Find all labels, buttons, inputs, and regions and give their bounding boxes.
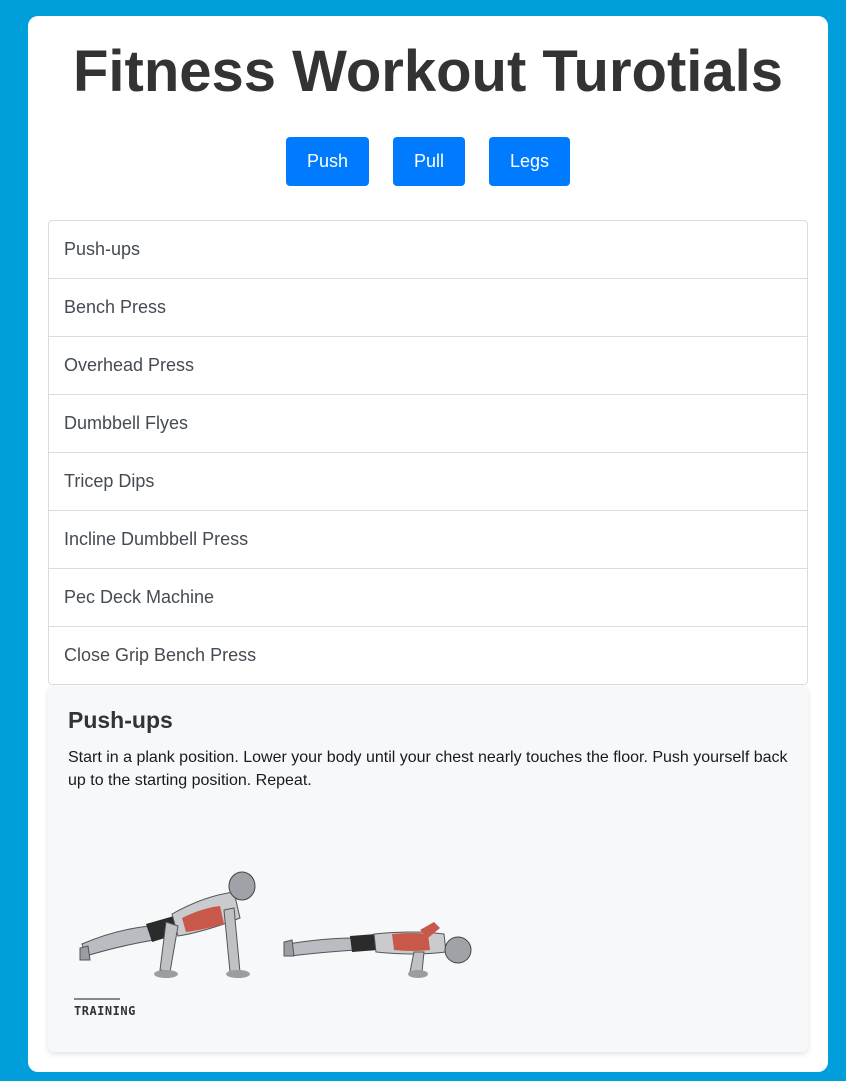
exercise-item-push-ups[interactable]: Push-ups [49,221,807,278]
training-logo: TRAINING [74,1004,136,1018]
main-card: Fitness Workout Turotials Push Pull Legs… [28,16,828,1072]
exercise-item-close-grip-bench-press[interactable]: Close Grip Bench Press [49,626,807,684]
page-title: Fitness Workout Turotials [72,39,784,104]
exercise-item-bench-press[interactable]: Bench Press [49,278,807,336]
exercise-list: Push-ups Bench Press Overhead Press Dumb… [48,220,808,685]
exercise-detail-title: Push-ups [68,707,173,733]
exercise-item-overhead-press[interactable]: Overhead Press [49,336,807,394]
legs-button[interactable]: Legs [489,137,571,186]
push-up-illustration [79,871,472,978]
push-up-top-figure [79,871,256,978]
pull-button[interactable]: Pull [392,137,465,186]
exercise-detail-description: Start in a plank position. Lower your bo… [68,749,788,789]
push-up-bottom-figure [283,922,472,978]
exercise-detail-panel: Push-ups Start in a plank position. Lowe… [48,686,808,1052]
exercise-item-incline-dumbbell-press[interactable]: Incline Dumbbell Press [49,510,807,568]
exercise-item-pec-deck-machine[interactable]: Pec Deck Machine [49,568,807,626]
exercise-item-tricep-dips[interactable]: Tricep Dips [49,452,807,510]
push-button[interactable]: Push [285,137,369,186]
category-buttons: Push Pull Legs [28,137,828,186]
exercise-item-dumbbell-flyes[interactable]: Dumbbell Flyes [49,394,807,452]
training-logo-mark [74,998,120,1000]
